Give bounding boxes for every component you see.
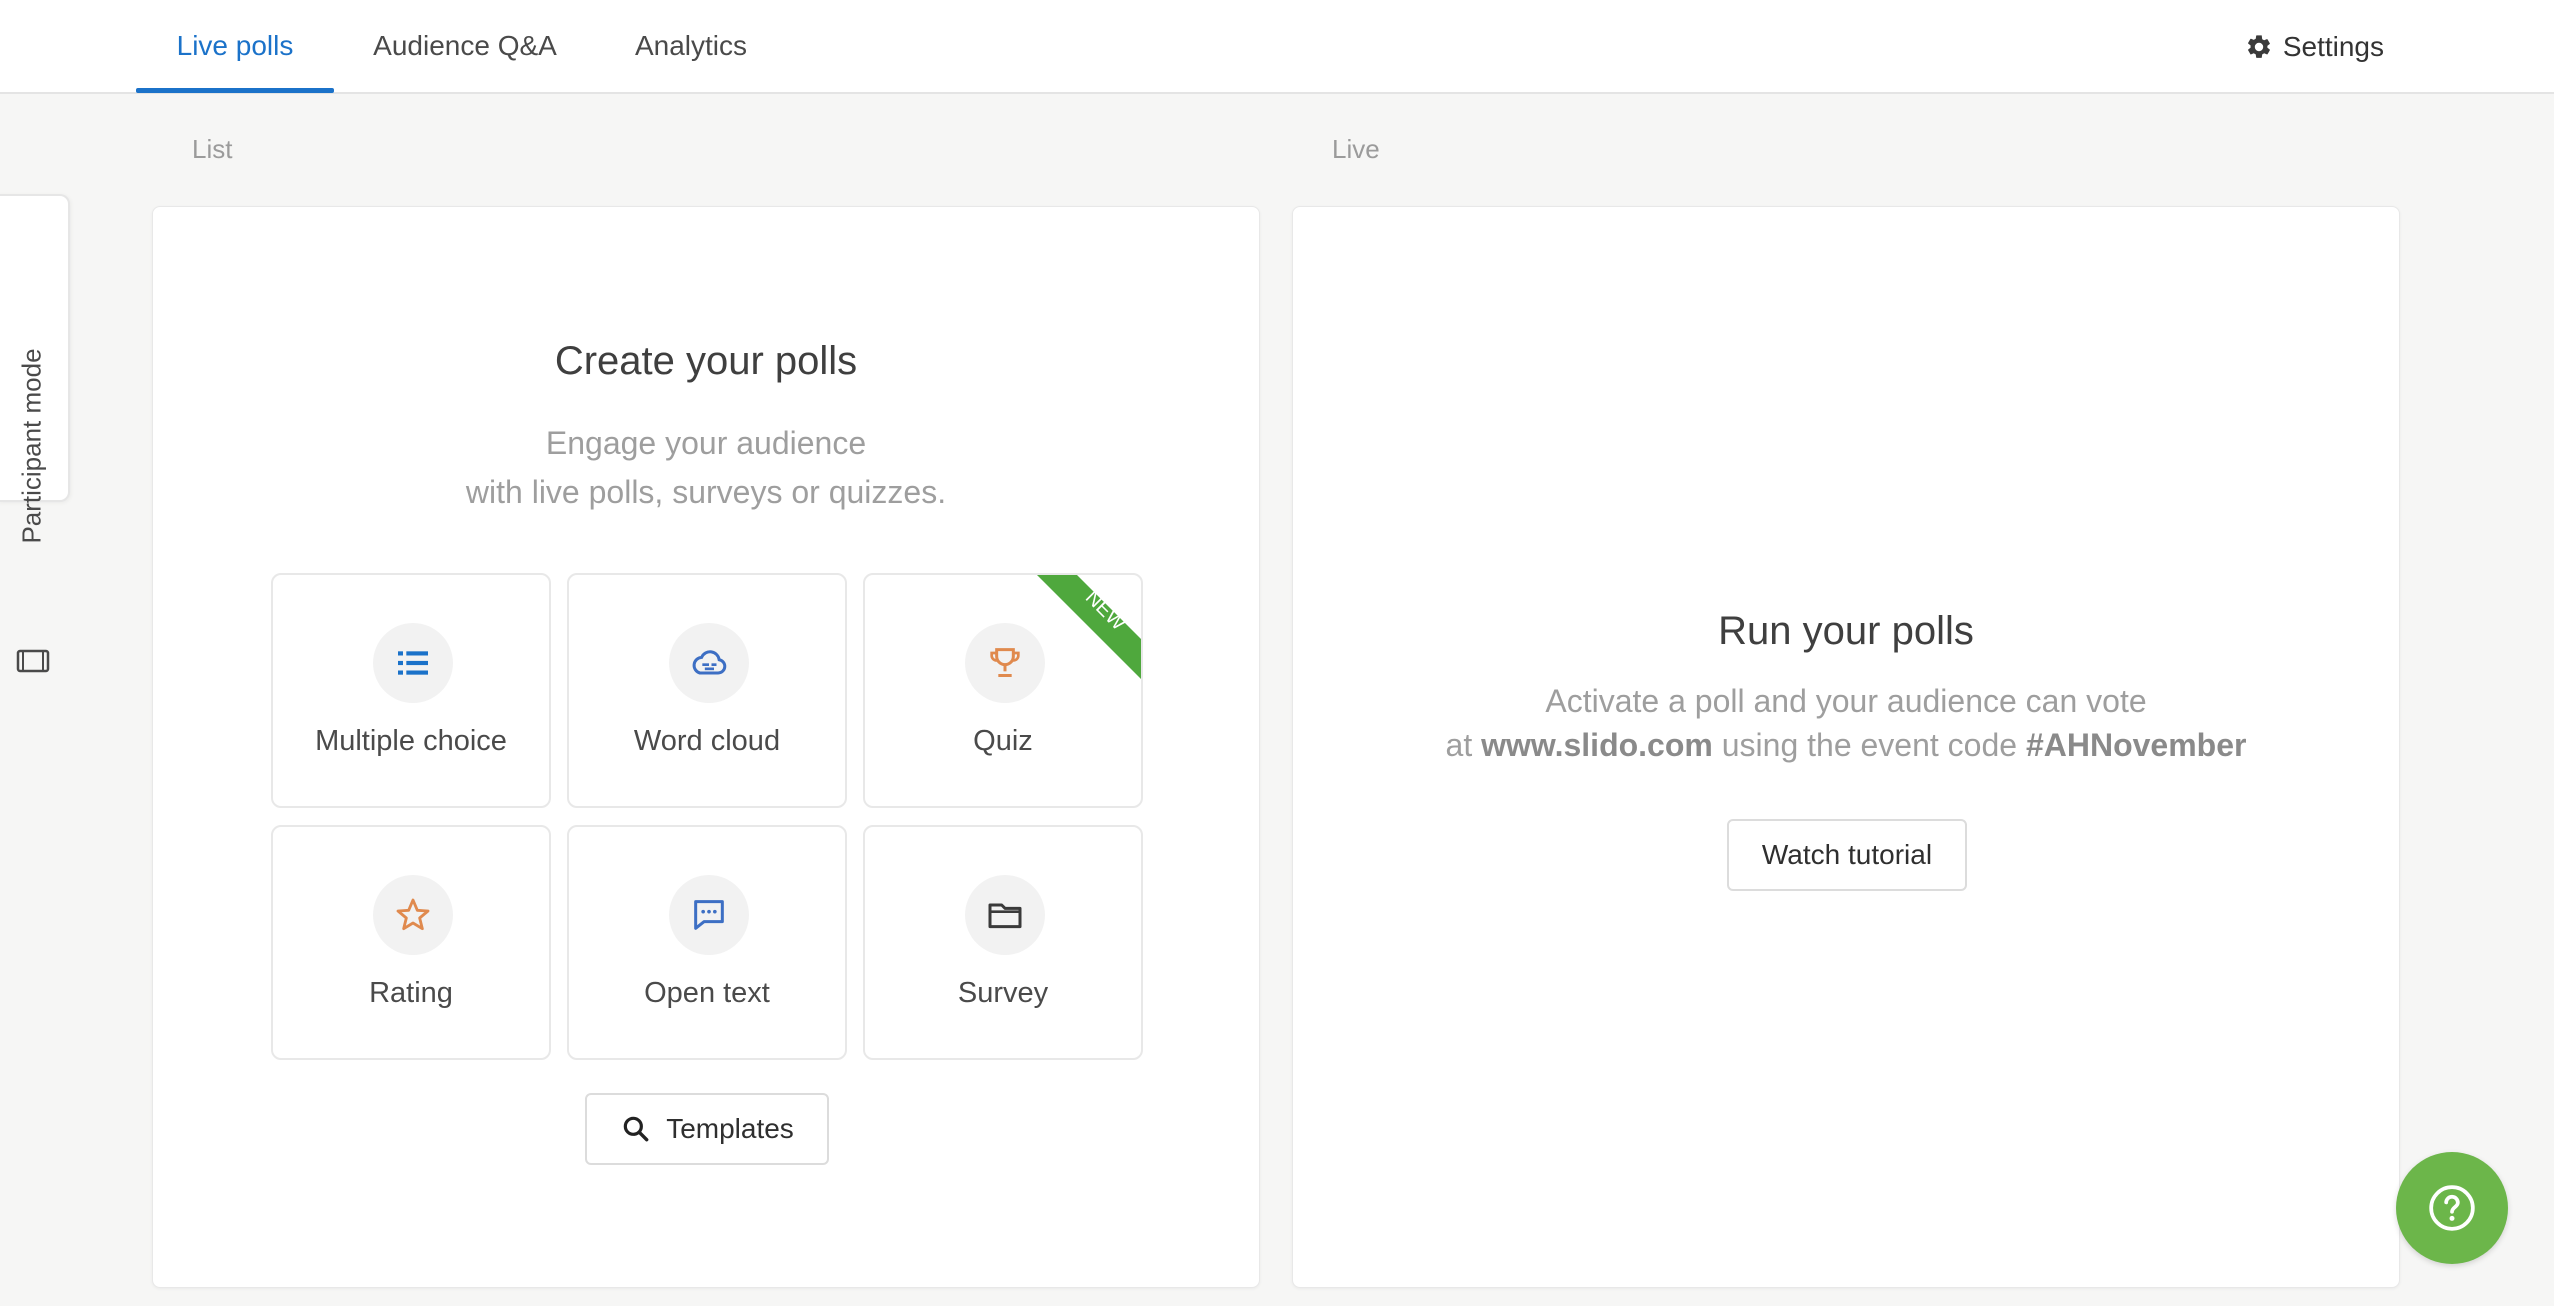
cloud-icon <box>669 623 749 703</box>
new-badge: NEW <box>1037 575 1141 679</box>
help-button[interactable] <box>2396 1152 2508 1264</box>
run-polls-card: Run your polls Activate a poll and your … <box>1292 206 2400 1288</box>
settings-label: Settings <box>2282 31 2384 62</box>
word-cloud-label: Word cloud <box>633 725 781 757</box>
participant-mode-label: Participant mode <box>16 348 47 544</box>
create-polls-card: Create your polls Engage your audience w… <box>152 206 1260 1288</box>
multiple-choice-label: Multiple choice <box>315 725 507 757</box>
create-polls-subtitle-line1: Engage your audience <box>545 425 867 461</box>
question-mark-icon <box>2429 1185 2475 1231</box>
quiz-label: Quiz <box>973 725 1033 757</box>
quiz-tile[interactable]: Quiz NEW <box>863 573 1143 808</box>
event-code: #AHNovember <box>2025 727 2247 763</box>
run-polls-line2: at www.slido.com using the event code #A… <box>1445 727 2247 763</box>
star-icon <box>373 875 453 955</box>
tab-audience-qa[interactable]: Audience Q&A <box>360 0 570 94</box>
watch-tutorial-label: Watch tutorial <box>1761 839 1933 870</box>
open-text-tile[interactable]: Open text <box>567 825 847 1060</box>
top-nav: Live polls Audience Q&A Analytics Settin… <box>0 0 2554 94</box>
multiple-choice-tile[interactable]: Multiple choice <box>271 573 551 808</box>
trophy-icon <box>965 623 1045 703</box>
participant-mode-toggle[interactable]: Participant mode <box>0 194 70 673</box>
run-polls-line1: Activate a poll and your audience can vo… <box>1545 683 2147 719</box>
survey-tile[interactable]: Survey <box>863 825 1143 1060</box>
create-polls-subtitle-line2: with live polls, surveys or quizzes. <box>465 474 947 510</box>
templates-label: Templates <box>666 1113 794 1144</box>
screen-icon <box>16 649 50 673</box>
search-icon <box>623 1116 649 1142</box>
tab-live-polls[interactable]: Live polls <box>136 0 334 94</box>
live-section-label: Live <box>1332 134 1380 164</box>
word-cloud-tile[interactable]: Word cloud <box>567 573 847 808</box>
run-polls-title: Run your polls <box>1718 609 1974 653</box>
folder-icon <box>965 875 1045 955</box>
chat-bubble-icon <box>669 875 749 955</box>
rating-label: Rating <box>369 977 453 1009</box>
list-icon <box>373 623 453 703</box>
gear-icon <box>2247 35 2270 58</box>
create-polls-title: Create your polls <box>554 339 858 383</box>
tab-analytics[interactable]: Analytics <box>616 0 766 94</box>
open-text-label: Open text <box>644 977 770 1009</box>
slido-site: www.slido.com <box>1481 727 1713 763</box>
survey-label: Survey <box>957 977 1049 1009</box>
templates-button[interactable]: Templates <box>585 1093 829 1165</box>
settings-button[interactable]: Settings <box>2245 0 2384 94</box>
watch-tutorial-button[interactable]: Watch tutorial <box>1727 819 1967 891</box>
active-tab-indicator <box>136 88 334 93</box>
list-section-label: List <box>192 134 233 164</box>
rating-tile[interactable]: Rating <box>271 825 551 1060</box>
